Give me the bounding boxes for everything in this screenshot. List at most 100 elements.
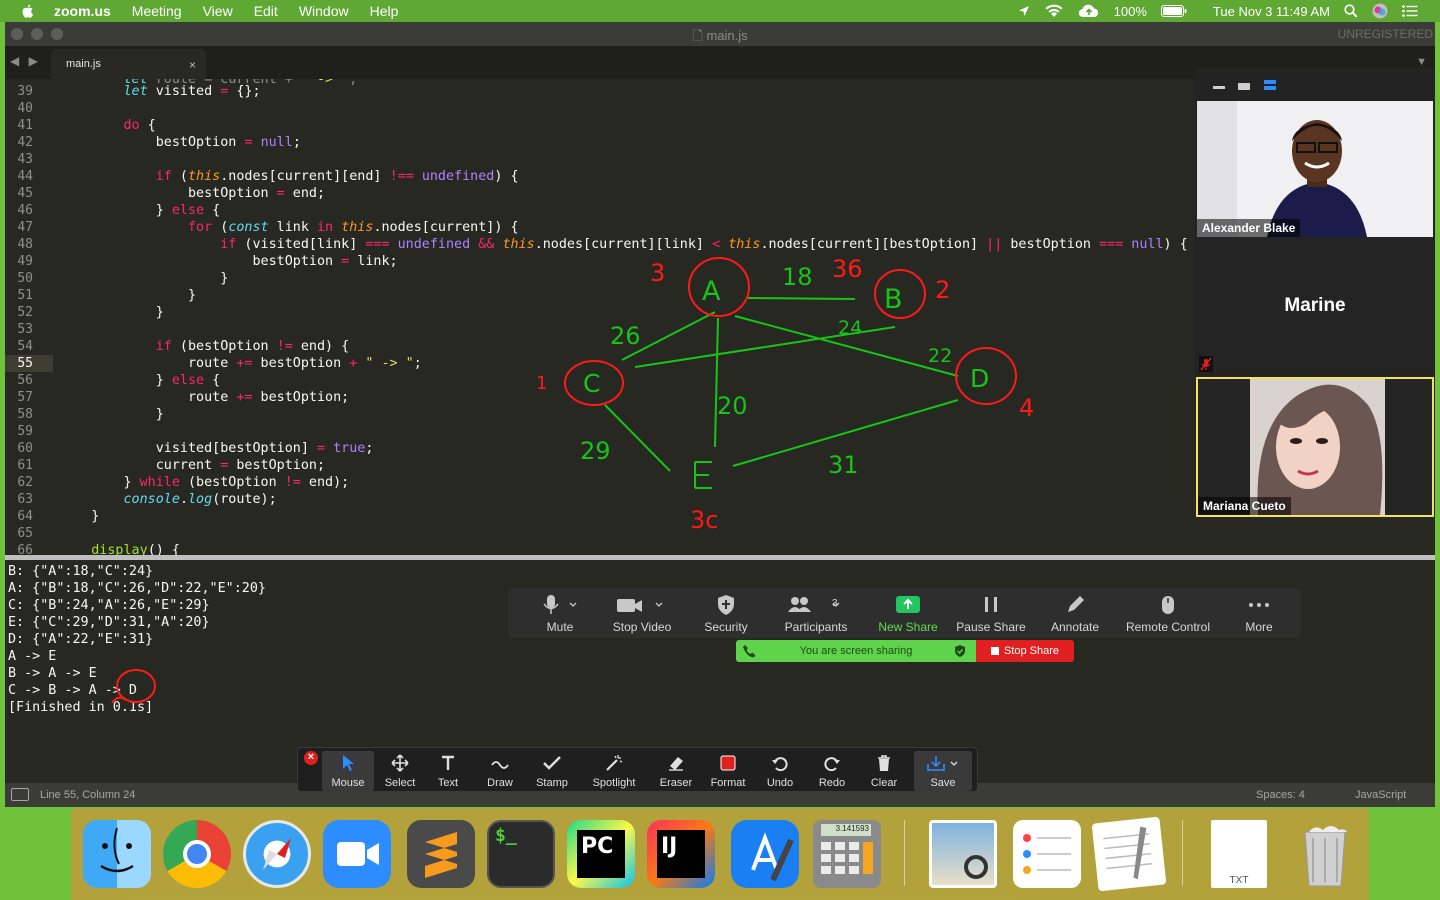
line-number: 65 bbox=[17, 526, 33, 541]
close-toolbar-icon[interactable]: × bbox=[304, 751, 318, 765]
spotlight-search-icon[interactable] bbox=[1344, 4, 1358, 18]
tool-clear[interactable]: Clear bbox=[858, 751, 910, 791]
tool-spotlight[interactable]: Spotlight bbox=[586, 751, 642, 791]
tab-list-dropdown-icon[interactable]: ▼ bbox=[1416, 56, 1427, 68]
line-number: 57 bbox=[17, 390, 33, 405]
code-line: visited[bestOption] = true; bbox=[59, 441, 374, 456]
pause-share-button[interactable]: Pause Share bbox=[954, 588, 1028, 638]
menu-meeting[interactable]: Meeting bbox=[132, 3, 182, 19]
line-number: 50 bbox=[17, 271, 33, 286]
tool-text[interactable]: Text bbox=[422, 751, 474, 791]
textedit-icon[interactable] bbox=[1091, 816, 1167, 892]
save-download-icon bbox=[927, 756, 958, 771]
move-icon bbox=[391, 754, 409, 772]
shield-check-icon bbox=[955, 645, 965, 657]
console-line: A: {"B":18,"C":26,"D":22,"E":20} bbox=[8, 581, 266, 596]
menu-view[interactable]: View bbox=[203, 3, 233, 19]
trash-can-icon[interactable] bbox=[1291, 820, 1359, 888]
participants-label: Participants bbox=[784, 620, 848, 634]
tab-close-icon[interactable]: × bbox=[189, 58, 196, 72]
tab-nav-arrows[interactable]: ◀ ▶ bbox=[10, 54, 41, 68]
console-line: A -> E bbox=[8, 649, 57, 664]
menu-app-name[interactable]: zoom.us bbox=[54, 3, 111, 19]
cloud-upload-icon[interactable] bbox=[1078, 4, 1100, 18]
xcode-icon[interactable] bbox=[731, 820, 799, 888]
code-line: let visited = {}; bbox=[123, 84, 261, 99]
menu-edit[interactable]: Edit bbox=[254, 3, 278, 19]
tool-spotlight-label: Spotlight bbox=[592, 777, 636, 789]
siri-icon[interactable] bbox=[1372, 3, 1388, 19]
tool-save-label: Save bbox=[930, 777, 956, 789]
pycharm-icon[interactable]: PC bbox=[567, 820, 635, 888]
apple-logo-icon[interactable] bbox=[20, 3, 36, 19]
terminal-icon[interactable]: $_ bbox=[487, 820, 555, 888]
tab-main-js[interactable]: main.js × bbox=[51, 49, 206, 79]
stop-video-button[interactable]: Stop Video bbox=[606, 588, 678, 638]
console-line: D: {"A":22,"E":31} bbox=[8, 632, 154, 647]
intellij-icon[interactable]: IJ bbox=[647, 820, 715, 888]
magic-wand-icon bbox=[606, 755, 623, 771]
chrome-icon[interactable] bbox=[163, 820, 231, 888]
tool-format[interactable]: Format bbox=[702, 751, 754, 791]
remote-control-button[interactable]: Remote Control bbox=[1120, 588, 1216, 638]
tool-select[interactable]: Select bbox=[374, 751, 426, 791]
tool-stamp[interactable]: Stamp bbox=[526, 751, 578, 791]
tool-select-label: Select bbox=[384, 777, 416, 789]
new-share-button[interactable]: New Share bbox=[874, 588, 942, 638]
txt-document-icon[interactable]: TXT bbox=[1211, 820, 1267, 888]
reminders-icon[interactable] bbox=[1013, 820, 1081, 888]
line-number: 60 bbox=[17, 441, 33, 456]
zoom-app-icon[interactable] bbox=[323, 820, 391, 888]
menu-window[interactable]: Window bbox=[299, 3, 349, 19]
video-layout-icon[interactable] bbox=[1213, 80, 1283, 94]
stop-video-label: Stop Video bbox=[612, 620, 672, 634]
video-tile-marine[interactable]: Marine bbox=[1197, 238, 1433, 374]
annotate-button[interactable]: Annotate bbox=[1044, 588, 1106, 638]
squiggle-icon bbox=[491, 761, 509, 769]
line-number: 63 bbox=[17, 492, 33, 507]
menu-clock[interactable]: Tue Nov 3 11:49 AM bbox=[1213, 4, 1330, 19]
panel-toggle-icon[interactable] bbox=[11, 788, 29, 801]
tool-draw[interactable]: Draw bbox=[474, 751, 526, 791]
participants-button[interactable]: 3 Participants bbox=[776, 588, 856, 638]
indentation-setting[interactable]: Spaces: 4 bbox=[1256, 789, 1305, 801]
trash-icon bbox=[878, 755, 890, 771]
safari-icon[interactable] bbox=[243, 820, 311, 888]
menu-help[interactable]: Help bbox=[370, 3, 399, 19]
pencil-icon bbox=[1068, 596, 1084, 612]
line-number: 61 bbox=[17, 458, 33, 473]
sublime-text-icon[interactable] bbox=[407, 820, 475, 888]
wifi-icon[interactable] bbox=[1044, 4, 1064, 18]
notification-center-icon[interactable] bbox=[1402, 5, 1418, 17]
more-button[interactable]: More bbox=[1234, 588, 1284, 638]
code-line: route += bestOption + " -> "; bbox=[59, 356, 422, 371]
calculator-icon[interactable]: 3.141593 bbox=[813, 820, 881, 888]
tool-save[interactable]: Save bbox=[914, 751, 972, 791]
code-line: display() { bbox=[91, 543, 180, 555]
tool-eraser[interactable]: Eraser bbox=[650, 751, 702, 791]
color-swatch-icon bbox=[720, 755, 736, 771]
video-tile-alexander[interactable]: Alexander Blake bbox=[1197, 101, 1433, 237]
finder-icon[interactable] bbox=[83, 820, 151, 888]
syntax-selector[interactable]: JavaScript bbox=[1355, 789, 1406, 801]
preview-icon[interactable] bbox=[929, 820, 997, 888]
mute-button[interactable]: Mute bbox=[530, 588, 590, 638]
redo-icon bbox=[824, 757, 840, 772]
microphone-icon bbox=[543, 595, 577, 614]
security-button[interactable]: Security bbox=[696, 588, 756, 638]
tool-undo[interactable]: Undo bbox=[754, 751, 806, 791]
pause-icon bbox=[985, 597, 997, 612]
stop-share-button[interactable]: Stop Share bbox=[976, 640, 1074, 662]
tool-redo[interactable]: Redo bbox=[806, 751, 858, 791]
line-number: 45 bbox=[17, 186, 33, 201]
code-line: } else { bbox=[59, 203, 221, 218]
tool-mouse[interactable]: Mouse bbox=[322, 751, 374, 791]
tool-stamp-label: Stamp bbox=[536, 777, 568, 789]
sharing-status[interactable]: You are screen sharing bbox=[736, 640, 976, 662]
code-line: for (const link in this.nodes[current]) … bbox=[188, 220, 519, 235]
sharing-status-text: You are screen sharing bbox=[799, 645, 913, 657]
annotation-toolbar: × Mouse Select Text Draw Stamp Spotlight… bbox=[297, 747, 978, 792]
video-tile-mariana[interactable]: Mariana Cueto bbox=[1196, 377, 1434, 517]
participant-name: Marine bbox=[1284, 295, 1346, 316]
battery-icon[interactable] bbox=[1160, 5, 1187, 17]
